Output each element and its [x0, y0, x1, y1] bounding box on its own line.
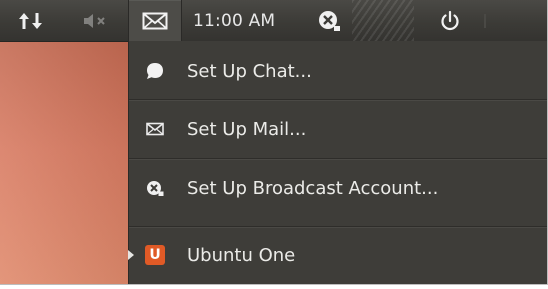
screen: 11:00 AM Set Up Chat... Set Up Mail... S… [0, 0, 548, 285]
panel-handle [478, 0, 492, 41]
me-menu-indicator[interactable] [312, 0, 346, 41]
hidden-indicator-area [352, 0, 414, 41]
power-icon [441, 10, 459, 30]
menu-item-label: Set Up Chat... [187, 60, 312, 82]
menu-item-label: Set Up Broadcast Account... [187, 177, 439, 199]
chat-bubble-icon [145, 61, 165, 81]
envelope-icon [145, 119, 165, 139]
menu-item-ubuntu-one[interactable]: U Ubuntu One [128, 227, 547, 283]
desktop-wallpaper [0, 41, 128, 284]
grip-icon [484, 13, 486, 28]
submenu-arrow-icon [128, 250, 134, 260]
network-indicator[interactable] [14, 0, 48, 41]
gwibber-icon [319, 10, 340, 31]
menu-item-set-up-mail[interactable]: Set Up Mail... [129, 101, 547, 157]
menu-item-label: Set Up Mail... [187, 118, 307, 140]
messaging-menu: Set Up Chat... Set Up Mail... Set Up Bro… [128, 41, 547, 284]
clock[interactable]: 11:00 AM [193, 0, 299, 41]
top-panel: 11:00 AM [0, 0, 547, 42]
messaging-indicator[interactable] [128, 0, 182, 41]
mail-icon [142, 12, 168, 29]
sound-indicator[interactable] [76, 0, 116, 41]
ubuntu-one-icon: U [145, 245, 165, 265]
network-icon [19, 12, 42, 29]
menu-item-label: Ubuntu One [187, 244, 296, 266]
broadcast-icon [145, 178, 165, 198]
menu-item-set-up-broadcast-account[interactable]: Set Up Broadcast Account... [129, 160, 547, 216]
session-indicator[interactable] [430, 0, 470, 41]
menu-item-set-up-chat[interactable]: Set Up Chat... [129, 43, 547, 99]
volume-muted-icon [84, 13, 105, 28]
